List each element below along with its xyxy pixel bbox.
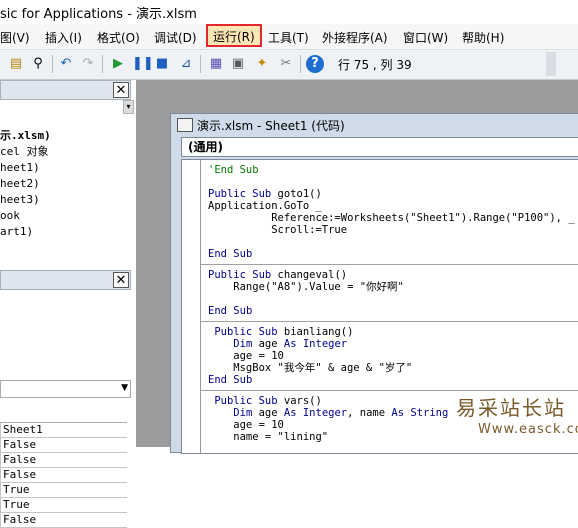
tree-item-sheet1[interactable]: heet1) [0, 160, 120, 176]
code-line[interactable]: 'End Sub [208, 164, 578, 176]
toolbar-overflow-grip[interactable] [546, 52, 556, 76]
property-value[interactable]: False [0, 453, 127, 468]
code-line[interactable]: Reference:=Worksheets("Sheet1").Range("P… [208, 212, 578, 224]
menu-window[interactable]: 窗口(W) [403, 29, 448, 46]
project-tree: 示.xlsm) cel 对象 heet1) heet2) heet3) ook … [0, 128, 120, 240]
code-line[interactable]: Public Sub changeval() [208, 269, 578, 281]
toolbar-separator [52, 55, 53, 73]
menu-help[interactable]: 帮助(H) [462, 29, 504, 46]
property-value[interactable]: True [0, 498, 127, 513]
left-dock: ✕ ▾ 示.xlsm) cel 对象 heet1) heet2) heet3) … [0, 80, 137, 528]
property-value[interactable]: False [0, 513, 127, 528]
code-line[interactable]: Application.GoTo _ [208, 200, 578, 212]
find-icon[interactable]: ⚲ [30, 56, 46, 72]
property-value[interactable]: Sheet1 [0, 423, 127, 438]
property-value[interactable]: False [0, 468, 127, 483]
code-line[interactable]: Dim age As Integer [208, 338, 578, 350]
procedure-separator [200, 390, 578, 391]
menu-addins[interactable]: 外接程序(A) [322, 29, 388, 46]
window-title: sic for Applications - 演示.xlsm [0, 7, 197, 22]
close-icon[interactable]: ✕ [113, 272, 129, 288]
menu-format[interactable]: 格式(O) [97, 29, 140, 46]
chevron-down-icon[interactable]: ▾ [123, 100, 134, 114]
code-line[interactable]: Range("A8").Value = "你好啊" [208, 281, 578, 293]
toolbar-separator [200, 55, 201, 73]
code-line[interactable] [208, 176, 578, 188]
menu-bar: 图(V) 插入(I) 格式(O) 调试(D) 运行(R) 工具(T) 外接程序(… [0, 24, 578, 50]
toolbar-separator [102, 55, 103, 73]
menu-insert[interactable]: 插入(I) [45, 29, 82, 46]
code-line[interactable]: End Sub [208, 305, 578, 317]
menu-tools[interactable]: 工具(T) [268, 29, 309, 46]
properties-object-select[interactable]: ▼ [0, 380, 131, 398]
project-explorer-header: ✕ [0, 80, 131, 100]
object-dropdown[interactable]: (通用) [181, 137, 578, 157]
break-icon[interactable]: ❚❚ [132, 56, 154, 72]
code-line[interactable]: Scroll:=True [208, 224, 578, 236]
tree-item-sheet2[interactable]: heet2) [0, 176, 120, 192]
design-mode-icon[interactable]: ⊿ [178, 56, 194, 72]
code-line[interactable]: Public Sub bianliang() [208, 326, 578, 338]
code-line[interactable]: End Sub [208, 374, 578, 386]
close-icon[interactable]: ✕ [113, 82, 129, 98]
properties-grid: Sheet1 False False False True True False [0, 422, 127, 528]
menu-view[interactable]: 图(V) [0, 29, 30, 46]
property-value[interactable]: False [0, 438, 127, 453]
paste-icon[interactable]: ▤ [8, 56, 24, 72]
code-line[interactable] [208, 236, 578, 248]
tree-item-excel-objects[interactable]: cel 对象 [0, 144, 120, 160]
title-bar: sic for Applications - 演示.xlsm [0, 0, 578, 24]
watermark-url: Www.easck.com [478, 422, 578, 437]
code-line[interactable] [208, 293, 578, 305]
procedure-separator [200, 264, 578, 265]
redo-icon[interactable]: ↷ [80, 56, 96, 72]
toolbar-separator [300, 55, 301, 73]
reset-icon[interactable]: ■ [154, 56, 170, 72]
tree-item-chart1[interactable]: art1) [0, 224, 120, 240]
project-explorer-icon[interactable]: ▦ [208, 56, 224, 72]
code-window-icon [177, 118, 193, 132]
property-value[interactable]: True [0, 483, 127, 498]
chevron-down-icon: ▼ [121, 383, 128, 393]
code-line[interactable]: MsgBox "我今年" & age & "岁了" [208, 362, 578, 374]
procedure-separator [200, 321, 578, 322]
standard-toolbar: ▤ ⚲ ↶ ↷ ▶ ❚❚ ■ ⊿ ▦ ▣ ✦ ✂ ? 行 75 , 列 39 [0, 50, 578, 80]
menu-debug[interactable]: 调试(D) [154, 29, 197, 46]
editor-margin[interactable] [182, 160, 201, 453]
tree-item-thisworkbook[interactable]: ook [0, 208, 120, 224]
undo-icon[interactable]: ↶ [58, 56, 74, 72]
tree-item-sheet3[interactable]: heet3) [0, 192, 120, 208]
properties-window-icon[interactable]: ▣ [230, 56, 246, 72]
code-line[interactable]: Public Sub goto1() [208, 188, 578, 200]
code-window-title: 演示.xlsm - Sheet1 (代码) [177, 117, 345, 134]
tree-item-workbook[interactable]: 示.xlsm) [0, 128, 120, 144]
object-browser-icon[interactable]: ✦ [254, 56, 270, 72]
code-line[interactable]: End Sub [208, 248, 578, 260]
menu-run[interactable]: 运行(R) [206, 24, 262, 47]
code-line[interactable]: age = 10 [208, 350, 578, 362]
help-icon[interactable]: ? [306, 55, 324, 73]
watermark-logo: 易采站长站 [456, 396, 566, 420]
code-window-title-text: 演示.xlsm - Sheet1 (代码) [197, 119, 345, 133]
properties-header: ✕ [0, 270, 131, 290]
cursor-position: 行 75 , 列 39 [338, 58, 412, 72]
run-sub-icon[interactable]: ▶ [110, 56, 126, 72]
toolbox-icon[interactable]: ✂ [278, 56, 294, 72]
